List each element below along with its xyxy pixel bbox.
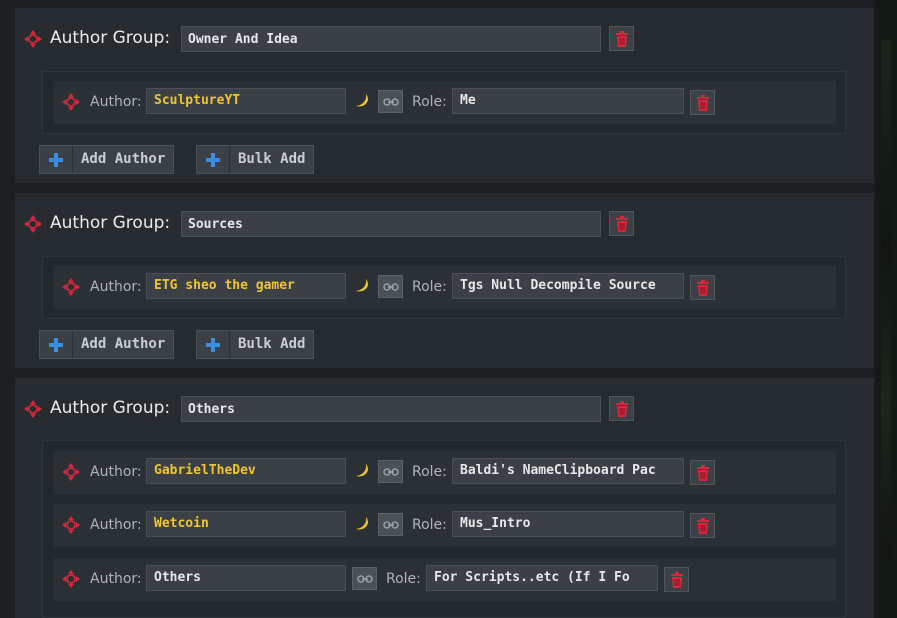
delete-author-button[interactable] [690, 90, 715, 115]
bulk-add-label: Bulk Add [238, 151, 306, 167]
author-label: Author: [90, 94, 142, 110]
move-arrows-icon[interactable] [62, 463, 80, 481]
link-icon [356, 574, 373, 583]
delete-group-button[interactable] [609, 26, 634, 51]
author-name-input[interactable]: GabrielTheDev [146, 458, 346, 484]
move-arrows-icon[interactable] [62, 516, 80, 534]
author-label: Author: [90, 464, 142, 480]
author-row: Author: Wetcoin Role: Mus_Intro [54, 504, 836, 547]
author-group-label: Author Group: [50, 213, 171, 233]
move-arrows-icon[interactable] [62, 570, 80, 588]
trash-icon [696, 517, 709, 534]
trash-icon [696, 279, 709, 296]
author-group-label: Author Group: [50, 398, 171, 418]
author-name-input[interactable]: Wetcoin [146, 511, 346, 537]
plus-icon [206, 337, 220, 352]
banana-icon[interactable] [352, 92, 370, 110]
role-label: Role: [412, 517, 447, 533]
link-button[interactable] [378, 90, 403, 113]
bulk-add-button[interactable]: Bulk Add [196, 145, 315, 174]
plus-icon [49, 152, 63, 167]
link-button[interactable] [378, 275, 403, 298]
role-input[interactable]: Baldi's NameClipboard Pac [452, 458, 684, 484]
move-arrows-icon[interactable] [24, 400, 42, 418]
link-button[interactable] [378, 460, 403, 483]
role-label: Role: [386, 571, 421, 587]
add-author-label: Add Author [81, 151, 166, 167]
author-list: Author: SculptureYT Role: Me [42, 71, 846, 134]
role-input[interactable]: Mus_Intro [452, 511, 684, 537]
author-group-name-input[interactable]: Owner And Idea [181, 26, 601, 52]
link-icon [382, 282, 399, 291]
author-group-panel: Author Group: Others Author: GabrielTheD… [15, 378, 874, 618]
move-arrows-icon[interactable] [24, 30, 42, 48]
author-row: Author: GabrielTheDev Role: Baldi's Name… [54, 451, 836, 494]
trash-icon [615, 215, 628, 232]
author-group-panel: Author Group: Sources Author: ETG sheo t… [15, 193, 874, 368]
trash-icon [670, 571, 683, 588]
move-arrows-icon[interactable] [62, 278, 80, 296]
plus-icon [206, 152, 220, 167]
bulk-add-label: Bulk Add [238, 336, 306, 352]
author-label: Author: [90, 571, 142, 587]
author-group-panel: Author Group: Owner And Idea Author: Scu… [15, 8, 874, 183]
delete-author-button[interactable] [664, 567, 689, 592]
role-label: Role: [412, 464, 447, 480]
author-row: Author: ETG sheo the gamer Role: Tgs Nul… [54, 266, 836, 309]
role-input[interactable]: Me [452, 88, 684, 114]
background-edge [875, 0, 897, 618]
bulk-add-button[interactable]: Bulk Add [196, 330, 315, 359]
trash-icon [696, 464, 709, 481]
link-icon [382, 97, 399, 106]
banana-icon[interactable] [352, 277, 370, 295]
delete-group-button[interactable] [609, 396, 634, 421]
trash-icon [615, 30, 628, 47]
author-label: Author: [90, 279, 142, 295]
author-list: Author: GabrielTheDev Role: Baldi's Name… [42, 440, 846, 618]
move-arrows-icon[interactable] [62, 93, 80, 111]
link-icon [382, 467, 399, 476]
author-name-input[interactable]: ETG sheo the gamer [146, 273, 346, 299]
plus-icon [49, 337, 63, 352]
link-button[interactable] [378, 513, 403, 536]
role-input[interactable]: Tgs Null Decompile Source [452, 273, 684, 299]
role-label: Role: [412, 279, 447, 295]
trash-icon [615, 400, 628, 417]
author-group-name-input[interactable]: Sources [181, 211, 601, 237]
role-input[interactable]: For Scripts..etc (If I Fo [426, 565, 658, 591]
add-author-button[interactable]: Add Author [39, 330, 175, 359]
move-arrows-icon[interactable] [24, 215, 42, 233]
delete-author-button[interactable] [690, 513, 715, 538]
author-group-name-input[interactable]: Others [181, 396, 601, 422]
add-author-label: Add Author [81, 336, 166, 352]
banana-icon[interactable] [352, 515, 370, 533]
author-name-input[interactable]: Others [146, 565, 346, 591]
delete-author-button[interactable] [690, 275, 715, 300]
author-name-input[interactable]: SculptureYT [146, 88, 346, 114]
link-button[interactable] [352, 567, 377, 590]
author-group-label: Author Group: [50, 28, 171, 48]
add-author-button[interactable]: Add Author [39, 145, 175, 174]
delete-group-button[interactable] [609, 211, 634, 236]
trash-icon [696, 94, 709, 111]
delete-author-button[interactable] [690, 460, 715, 485]
link-icon [382, 520, 399, 529]
author-row: Author: Others Role: For Scripts..etc (I… [54, 558, 836, 601]
author-list: Author: ETG sheo the gamer Role: Tgs Nul… [42, 256, 846, 319]
author-row: Author: SculptureYT Role: Me [54, 81, 836, 124]
banana-icon[interactable] [352, 462, 370, 480]
role-label: Role: [412, 94, 447, 110]
author-label: Author: [90, 517, 142, 533]
